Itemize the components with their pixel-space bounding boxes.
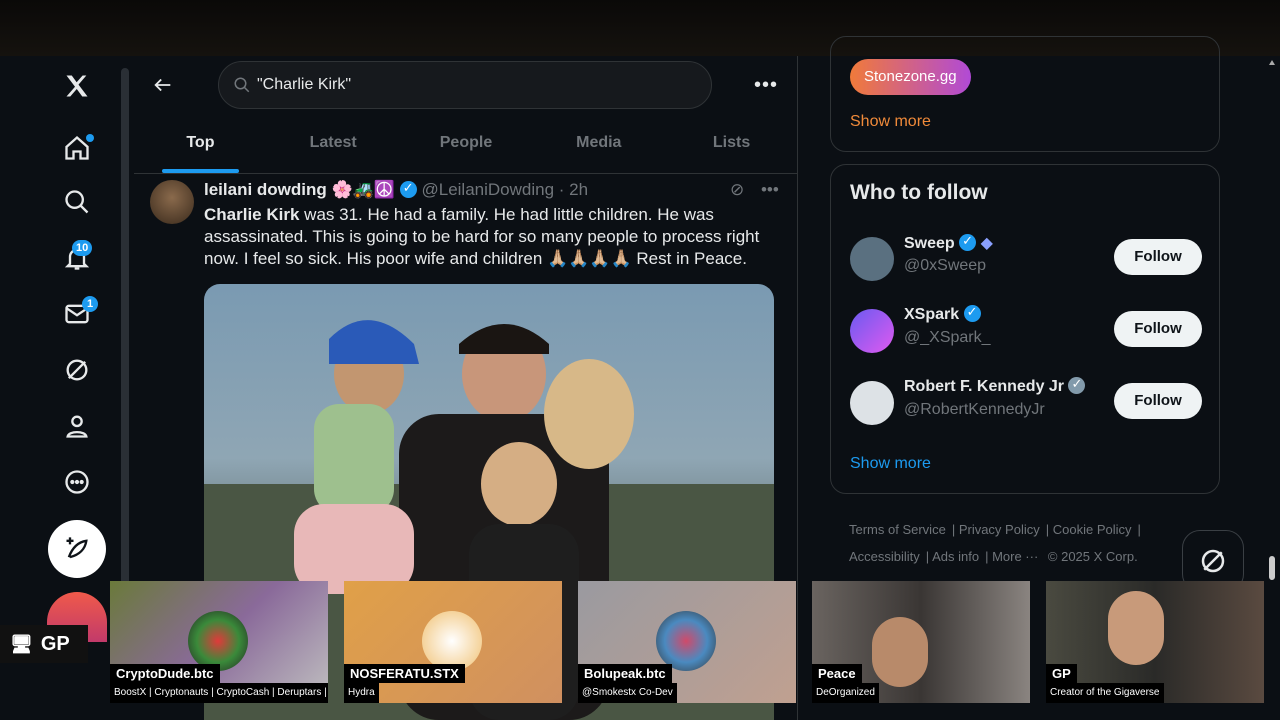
follow-item[interactable]: Robert F. Kennedy Jr @RobertKennedyJr Fo… (850, 376, 1202, 433)
participant-subtitle: Creator of the Gigaverse (1046, 683, 1164, 703)
stream-participant-tile[interactable]: CryptoDude.btc BoostX | Cryptonauts | Cr… (110, 581, 328, 703)
notifications-bell-icon[interactable]: 10 (52, 236, 102, 280)
grok-icon[interactable] (52, 348, 102, 392)
follow-item[interactable]: Sweep ◆ @0xSweep Follow (850, 233, 1202, 289)
messages-badge: 1 (82, 296, 98, 312)
back-arrow-icon[interactable] (152, 74, 174, 96)
footer-links: Terms of Service | Privacy Policy | Cookie… (849, 522, 1141, 564)
right-scrollbar[interactable] (1268, 56, 1276, 586)
verified-badge-icon (963, 304, 981, 322)
tweet-author-name[interactable]: leilani dowding 🌸🚜☮️ (204, 180, 395, 199)
participant-name: NOSFERATU.STX (344, 664, 465, 683)
tweet-time[interactable]: · 2h (559, 180, 588, 199)
tab-top[interactable]: Top (134, 120, 267, 173)
trends-card: Stonezone.gg Show more (830, 36, 1220, 152)
copyright: © 2025 X Corp. (1047, 549, 1138, 564)
notifications-badge: 10 (72, 240, 93, 256)
verified-badge-icon (959, 233, 977, 251)
search-query: "Charlie Kirk" (257, 76, 352, 93)
who-to-follow-show-more-link[interactable]: Show more (850, 455, 931, 473)
x-logo-icon[interactable] (52, 64, 102, 108)
tab-media[interactable]: Media (532, 120, 665, 173)
sweep-avatar[interactable] (850, 237, 894, 281)
participant-subtitle: Hydra (344, 683, 379, 703)
trends-show-more-link[interactable]: Show more (850, 113, 931, 131)
search-icon[interactable] (52, 180, 102, 224)
tweet-mention[interactable]: Charlie Kirk (204, 205, 299, 224)
search-tabs: Top Latest People Media Lists (134, 120, 798, 174)
feather-icon (66, 537, 88, 559)
participant-name: CryptoDude.btc (110, 664, 220, 683)
follow-name[interactable]: XSpark (904, 304, 981, 324)
xspark-avatar[interactable] (850, 309, 894, 353)
grok-tweet-icon[interactable]: ⊘ (730, 180, 744, 199)
stream-participant-tile[interactable]: Peace DeOrganized (812, 581, 1030, 703)
participant-avatar (188, 611, 248, 671)
participant-video (872, 617, 928, 687)
verified-badge-icon (1068, 376, 1086, 394)
footer-link[interactable]: Terms of Service (849, 522, 946, 537)
tweet-author-handle[interactable]: @LeilaniDowding (421, 180, 554, 199)
stonezone-chip[interactable]: Stonezone.gg (850, 59, 971, 95)
footer-link[interactable]: Privacy Policy (959, 522, 1040, 537)
tweet-text: Charlie Kirk was 31. He had a family. He… (204, 204, 784, 270)
footer-link[interactable]: More ··· (992, 549, 1038, 564)
follow-button[interactable]: Follow (1114, 239, 1202, 275)
grok-icon (1201, 549, 1225, 573)
post-button[interactable] (48, 520, 106, 578)
stream-host-badge: 🖥 GP (0, 625, 88, 663)
more-options-icon[interactable]: ••• (754, 74, 778, 97)
participant-avatar (656, 611, 716, 671)
more-circle-icon[interactable] (52, 460, 102, 504)
home-dot (86, 134, 94, 142)
participant-name: GP (1046, 664, 1077, 683)
participant-video (1108, 591, 1164, 665)
participant-subtitle: @Smokestx Co-Dev (578, 683, 677, 703)
participant-avatar (422, 611, 482, 671)
search-input[interactable]: "Charlie Kirk" (218, 61, 712, 109)
tab-people[interactable]: People (400, 120, 533, 173)
home-icon[interactable] (52, 126, 102, 170)
follow-button[interactable]: Follow (1114, 311, 1202, 347)
search-icon (234, 77, 250, 93)
follow-handle[interactable]: @0xSweep (904, 257, 986, 275)
footer-link[interactable]: Accessibility (849, 549, 920, 564)
monitor-icon: 🖥 (10, 633, 33, 654)
rfk-avatar[interactable] (850, 381, 894, 425)
stream-participant-tile[interactable]: GP Creator of the Gigaverse (1046, 581, 1264, 703)
participant-subtitle: BoostX | Cryptonauts | CryptoCash | Deru… (110, 683, 328, 703)
follow-handle[interactable]: @_XSpark_ (904, 329, 991, 347)
who-to-follow-card: Who to follow Sweep ◆ @0xSweep Follow XS… (830, 164, 1220, 494)
tab-latest[interactable]: Latest (267, 120, 400, 173)
tweet-more-icon[interactable]: ••• (761, 180, 779, 199)
stream-participant-tile[interactable]: Bolupeak.btc @Smokestx Co-Dev (578, 581, 796, 703)
messages-mail-icon[interactable]: 1 (52, 292, 102, 336)
profile-icon[interactable] (52, 404, 102, 448)
stream-host-label: GP (40, 632, 70, 655)
follow-name[interactable]: Sweep ◆ (904, 233, 993, 253)
footer-link[interactable]: Ads info (932, 549, 979, 564)
footer-link[interactable]: Cookie Policy (1053, 522, 1132, 537)
tweet-actions: ⊘ ••• (730, 180, 779, 200)
tab-lists[interactable]: Lists (665, 120, 798, 173)
participant-name: Bolupeak.btc (578, 664, 672, 683)
left-scrollbar[interactable] (121, 68, 129, 628)
participant-subtitle: DeOrganized (812, 683, 879, 703)
who-to-follow-title: Who to follow (850, 181, 988, 204)
follow-button[interactable]: Follow (1114, 383, 1202, 419)
follow-name[interactable]: Robert F. Kennedy Jr (904, 376, 1086, 396)
follow-item[interactable]: XSpark @_XSpark_ Follow (850, 304, 1202, 361)
stream-participant-tile[interactable]: NOSFERATU.STX Hydra (344, 581, 562, 703)
tweet-header: leilani dowding 🌸🚜☮️ @LeilaniDowding · 2… (204, 180, 588, 200)
tweet-author-avatar[interactable] (150, 180, 194, 224)
verified-badge-icon (399, 180, 417, 198)
affiliate-badge-icon: ◆ (980, 235, 993, 252)
follow-handle[interactable]: @RobertKennedyJr (904, 401, 1045, 419)
participant-name: Peace (812, 664, 862, 683)
